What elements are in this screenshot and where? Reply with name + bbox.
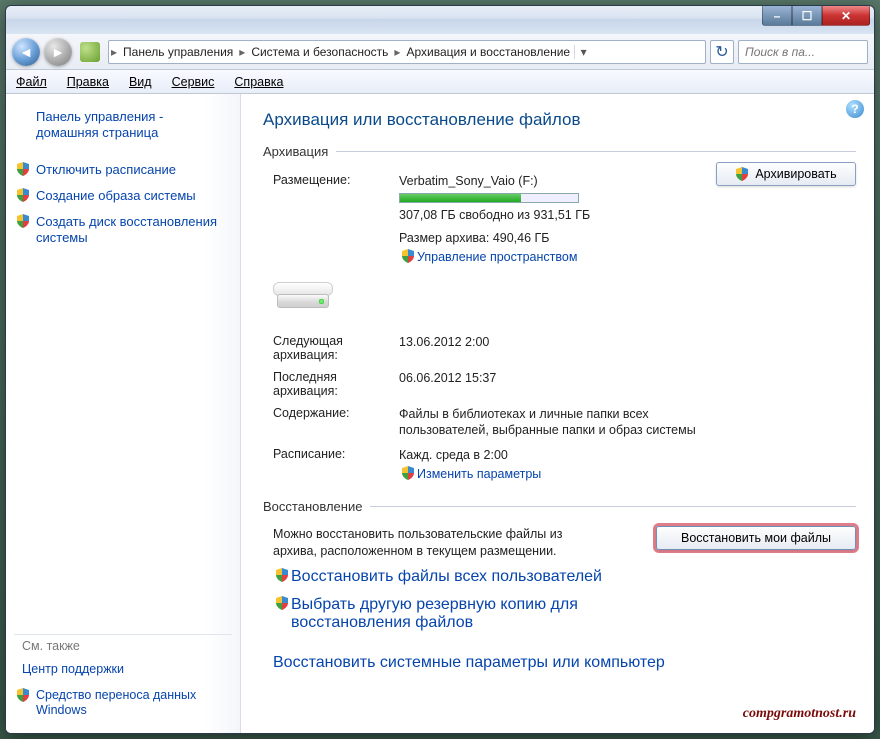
- shield-icon: [275, 568, 289, 582]
- menu-file[interactable]: Файл: [6, 75, 57, 89]
- minimize-button[interactable]: –: [762, 6, 792, 26]
- back-button[interactable]: ◄: [12, 38, 40, 66]
- titlebar[interactable]: – ☐ ✕: [6, 6, 874, 34]
- shield-icon: [401, 466, 415, 480]
- free-space: 307,08 ГБ свободно из 931,51 ГБ: [399, 207, 856, 224]
- search-box[interactable]: [738, 40, 868, 64]
- schedule-value: Кажд. среда в 2:00: [399, 447, 856, 464]
- shield-icon: [16, 688, 30, 702]
- next-backup-label: Следующая архивация:: [263, 334, 399, 362]
- navbar: ◄ ► ▸ Панель управления ▸ Система и безо…: [6, 34, 874, 70]
- page-title: Архивация или восстановление файлов: [263, 110, 856, 130]
- crumb-system-security[interactable]: Система и безопасность: [247, 45, 392, 59]
- schedule-label: Расписание:: [263, 447, 399, 461]
- menu-view[interactable]: Вид: [119, 75, 162, 89]
- next-backup-value: 13.06.2012 2:00: [399, 334, 856, 351]
- shield-icon: [16, 188, 30, 202]
- search-input[interactable]: [739, 45, 867, 59]
- refresh-button[interactable]: ↻: [710, 40, 734, 64]
- restore-my-files-button[interactable]: Восстановить мои файлы: [656, 526, 856, 550]
- close-button[interactable]: ✕: [822, 6, 870, 26]
- content: Панель управления - домашняя страница От…: [6, 94, 874, 734]
- sidebar-create-restore-disc[interactable]: Создать диск восстановления системы: [14, 209, 232, 252]
- chevron-icon[interactable]: ▸: [392, 45, 402, 59]
- crumb-control-panel[interactable]: Панель управления: [119, 45, 237, 59]
- chevron-icon[interactable]: ▸: [237, 45, 247, 59]
- forward-button[interactable]: ►: [44, 38, 72, 66]
- space-progress: [399, 193, 579, 203]
- last-backup-label: Последняя архивация:: [263, 370, 399, 398]
- help-icon[interactable]: ?: [846, 100, 864, 118]
- maximize-button[interactable]: ☐: [792, 6, 822, 26]
- contents-value: Файлы в библиотеках и личные папки всех …: [399, 406, 699, 440]
- shield-icon: [275, 596, 289, 610]
- breadcrumb[interactable]: ▸ Панель управления ▸ Система и безопасн…: [108, 40, 706, 64]
- disk-icon: [273, 276, 333, 316]
- shield-icon: [16, 214, 30, 228]
- sidebar-create-image[interactable]: Создание образа системы: [14, 183, 232, 209]
- menubar: Файл Правка Вид Сервис Справка: [6, 70, 874, 94]
- backup-legend: Архивация: [263, 144, 336, 159]
- backup-now-button[interactable]: Архивировать: [716, 162, 856, 186]
- manage-space-link[interactable]: Управление пространством: [399, 247, 856, 268]
- sidebar-action-center[interactable]: Центр поддержки: [14, 657, 232, 683]
- sidebar-disable-schedule[interactable]: Отключить расписание: [14, 157, 232, 183]
- restore-section: Восстановление Восстановить мои файлы Мо…: [263, 499, 856, 676]
- choose-other-backup-link[interactable]: Выбрать другую резервную копию для восст…: [273, 594, 633, 634]
- menu-help[interactable]: Справка: [224, 75, 293, 89]
- restore-all-users-link[interactable]: Восстановить файлы всех пользователей: [273, 566, 856, 588]
- window-buttons: – ☐ ✕: [762, 6, 870, 26]
- last-backup-value: 06.06.2012 15:37: [399, 370, 856, 387]
- change-settings-link[interactable]: Изменить параметры: [399, 464, 856, 485]
- menu-tools[interactable]: Сервис: [162, 75, 225, 89]
- shield-icon: [401, 249, 415, 263]
- restore-legend: Восстановление: [263, 499, 370, 514]
- location-label: Размещение:: [263, 173, 399, 187]
- sidebar-footer: См. также Центр поддержки Средство перен…: [14, 628, 232, 724]
- sidebar-easy-transfer[interactable]: Средство переноса данных Windows: [14, 683, 232, 724]
- menu-edit[interactable]: Правка: [57, 75, 119, 89]
- space-progress-fill: [400, 194, 521, 202]
- chevron-icon[interactable]: ▸: [109, 45, 119, 59]
- backup-section: Архивация Размещение: Verbatim_Sony_Vaio…: [263, 144, 856, 491]
- watermark: compgramotnost.ru: [743, 706, 856, 722]
- sidebar: Панель управления - домашняя страница От…: [6, 94, 241, 734]
- see-also-label: См. также: [14, 634, 232, 657]
- location-icon: [80, 42, 100, 62]
- archive-size: Размер архива: 490,46 ГБ: [399, 230, 856, 247]
- restore-description: Можно восстановить пользовательские файл…: [273, 526, 603, 560]
- contents-label: Содержание:: [263, 406, 399, 420]
- shield-icon: [16, 162, 30, 176]
- sidebar-home[interactable]: Панель управления - домашняя страница: [14, 104, 232, 147]
- main-panel: ? Архивация или восстановление файлов Ар…: [241, 94, 874, 734]
- explorer-window: – ☐ ✕ ◄ ► ▸ Панель управления ▸ Система …: [5, 5, 875, 734]
- crumb-backup-restore[interactable]: Архивация и восстановление: [402, 45, 574, 59]
- shield-icon: [735, 167, 749, 181]
- breadcrumb-dropdown[interactable]: ▾: [574, 45, 592, 59]
- restore-system-link[interactable]: Восстановить системные параметры или ком…: [273, 652, 856, 674]
